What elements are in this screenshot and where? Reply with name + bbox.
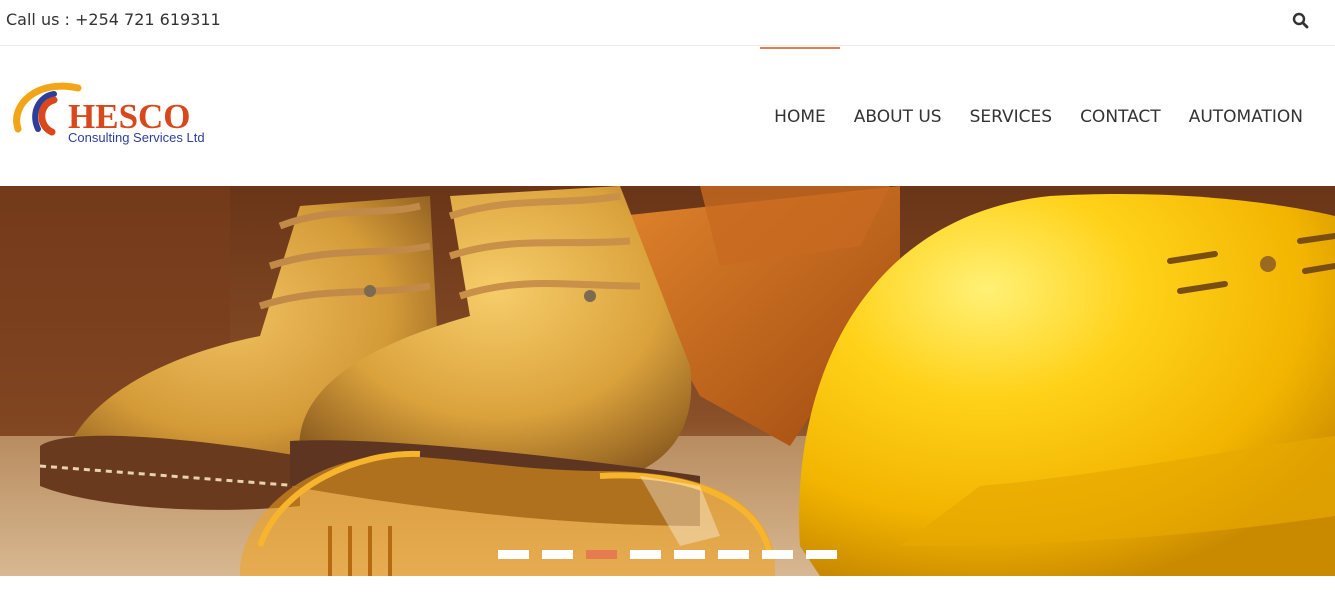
main-nav: HOME ABOUT US SERVICES CONTACT AUTOMATIO… bbox=[760, 47, 1317, 186]
slider-dot-7[interactable] bbox=[762, 550, 793, 559]
slider-dot-3[interactable] bbox=[586, 550, 617, 559]
nav-item-services[interactable]: SERVICES bbox=[956, 47, 1066, 186]
nav-item-home[interactable]: HOME bbox=[760, 47, 840, 186]
hero-slider-image[interactable] bbox=[0, 186, 1335, 576]
nav-label-contact: CONTACT bbox=[1080, 106, 1161, 127]
slider-dot-2[interactable] bbox=[542, 550, 573, 559]
slider-dot-1[interactable] bbox=[498, 550, 529, 559]
slider-dot-4[interactable] bbox=[630, 550, 661, 559]
nav-item-automation[interactable]: AUTOMATION bbox=[1175, 47, 1317, 186]
nav-label-services: SERVICES bbox=[969, 106, 1053, 127]
nav-label-automation: AUTOMATION bbox=[1188, 106, 1303, 127]
nav-label-home: HOME bbox=[774, 106, 826, 127]
nav-item-contact[interactable]: CONTACT bbox=[1066, 47, 1175, 186]
slider-dot-8[interactable] bbox=[806, 550, 837, 559]
call-us-text: Call us : +254 721 619311 bbox=[6, 10, 221, 29]
slider-dot-6[interactable] bbox=[718, 550, 749, 559]
slider-pagination bbox=[0, 550, 1335, 559]
nav-item-about-us[interactable]: ABOUT US bbox=[840, 47, 956, 186]
nav-label-about-us: ABOUT US bbox=[853, 106, 942, 127]
logo-tagline: Consulting Services Ltd bbox=[68, 130, 205, 145]
top-bar: Call us : +254 721 619311 bbox=[0, 0, 1335, 46]
site-header: HESCO Consulting Services Ltd HOME ABOUT… bbox=[0, 47, 1335, 186]
slider-dot-5[interactable] bbox=[674, 550, 705, 559]
search-icon[interactable] bbox=[1291, 11, 1311, 31]
logo[interactable]: HESCO Consulting Services Ltd bbox=[8, 74, 238, 149]
